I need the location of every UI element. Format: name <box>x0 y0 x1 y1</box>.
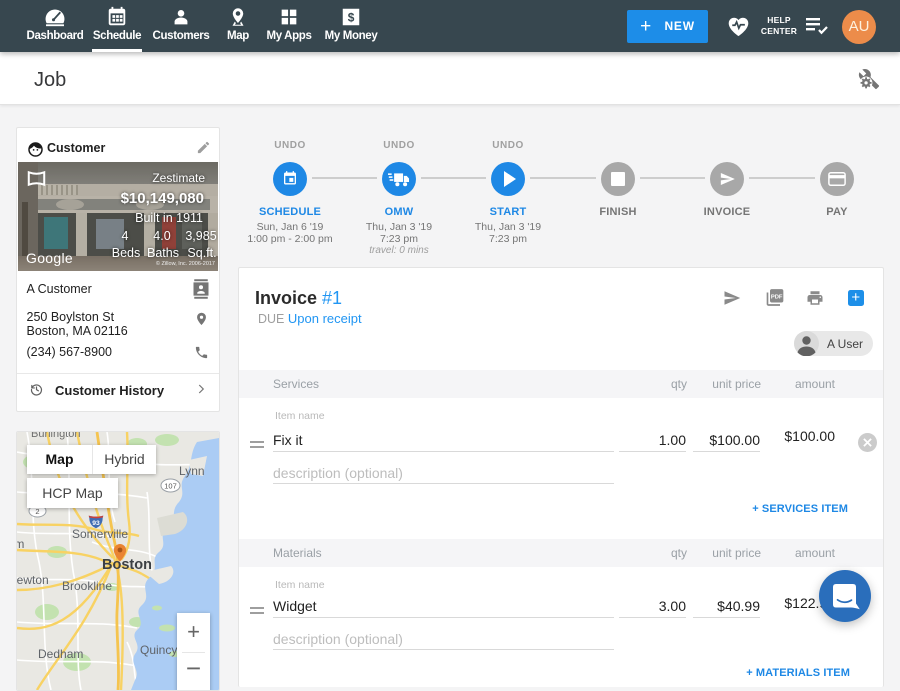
svg-text:PDF: PDF <box>771 294 783 300</box>
svg-text:93: 93 <box>92 520 100 527</box>
svg-text:$: $ <box>348 11 355 25</box>
svg-text:2: 2 <box>35 507 39 516</box>
svg-text:107: 107 <box>164 481 177 490</box>
